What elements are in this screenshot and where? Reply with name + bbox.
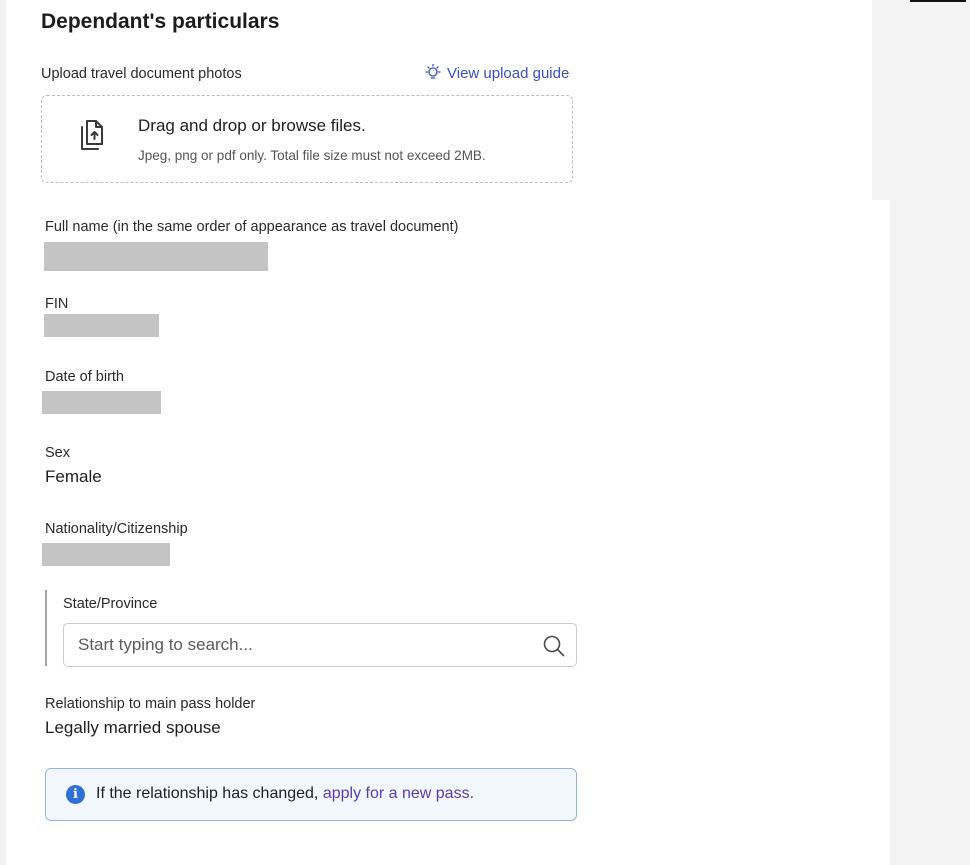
date-of-birth-value-redacted (42, 391, 161, 414)
section-title: Dependant's particulars (41, 10, 280, 33)
full-name-value-redacted (44, 242, 268, 271)
lightbulb-icon (423, 63, 443, 83)
state-province-search (63, 623, 577, 667)
notice-message: If the relationship has changed, apply f… (96, 785, 474, 803)
view-upload-guide-link[interactable]: View upload guide (423, 63, 569, 83)
relationship-label: Relationship to main pass holder (45, 696, 256, 712)
state-province-label: State/Province (63, 596, 158, 612)
view-upload-guide-label: View upload guide (447, 64, 570, 82)
nationality-value-redacted (42, 543, 170, 566)
search-icon[interactable] (542, 634, 566, 663)
state-province-input[interactable] (64, 624, 538, 666)
file-dropzone[interactable]: Drag and drop or browse files. Jpeg, png… (41, 95, 573, 183)
info-icon: i (66, 785, 85, 804)
fin-label: FIN (45, 296, 69, 312)
full-name-label: Full name (in the same order of appearan… (45, 219, 459, 235)
dropzone-title: Drag and drop or browse files. (138, 116, 366, 135)
fin-value-redacted (44, 314, 159, 337)
notice-text: If the relationship has changed, (96, 785, 323, 802)
upload-label: Upload travel document photos (41, 66, 242, 82)
date-of-birth-label: Date of birth (45, 369, 124, 385)
sex-label: Sex (45, 445, 70, 461)
nationality-label: Nationality/Citizenship (45, 521, 188, 537)
sex-value: Female (45, 467, 102, 486)
nested-field-indicator (45, 590, 47, 666)
relationship-value: Legally married spouse (45, 718, 221, 737)
dropzone-hint: Jpeg, png or pdf only. Total file size m… (138, 148, 486, 163)
file-upload-icon (79, 118, 105, 157)
divider (910, 0, 966, 2)
apply-new-pass-link[interactable]: apply for a new pass. (323, 785, 474, 802)
relationship-notice: i If the relationship has changed, apply… (45, 768, 577, 821)
